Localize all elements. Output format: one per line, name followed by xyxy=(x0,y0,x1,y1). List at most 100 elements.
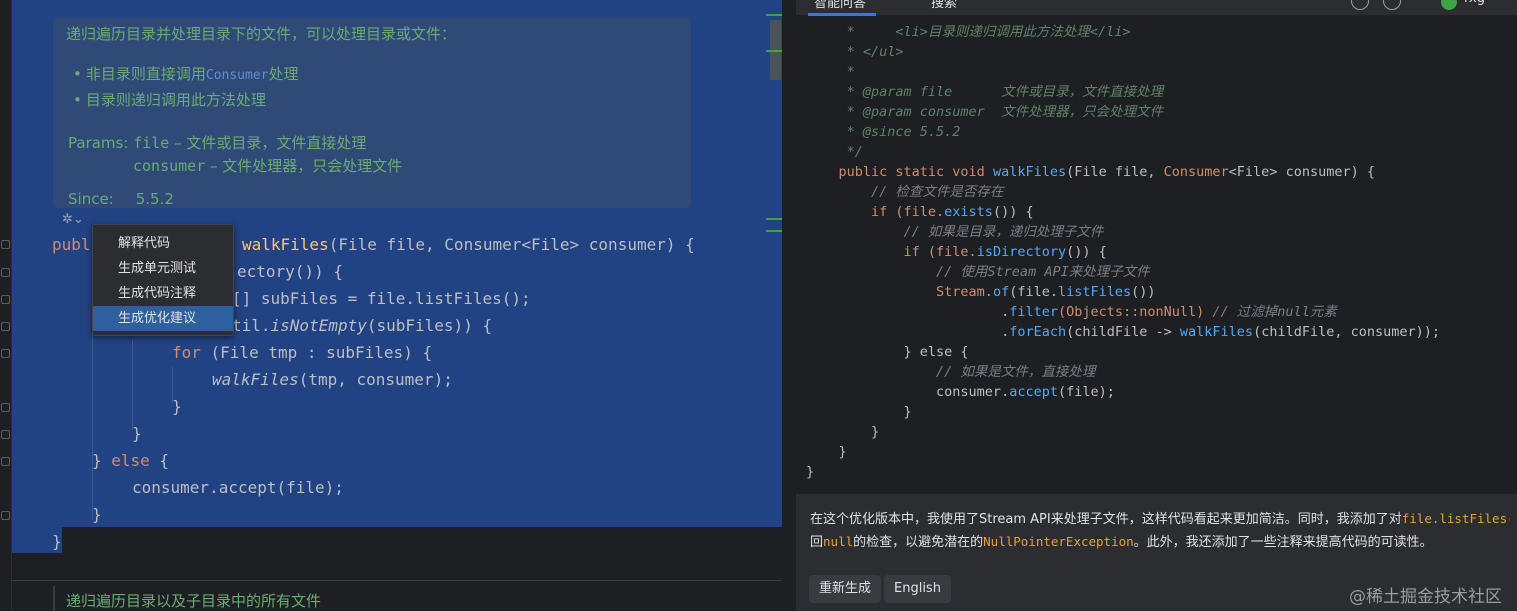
regenerate-button[interactable]: 重新生成 xyxy=(809,575,882,603)
explanation-text: 回 xyxy=(810,535,824,550)
menu-item-generate-comments[interactable]: 生成代码注释 xyxy=(93,281,233,306)
keyword: public static void xyxy=(806,164,993,180)
fold-marker[interactable] xyxy=(1,240,10,249)
method-name: accept xyxy=(1009,384,1058,400)
code-line: } else { xyxy=(92,451,170,470)
method-name: filter xyxy=(1009,304,1058,320)
ai-context-menu: 解释代码 生成单元测试 生成代码注释 生成优化建议 xyxy=(92,224,234,336)
doc-list-item: 非目录则直接调用Consumer处理 xyxy=(73,62,299,88)
code-text: (file. xyxy=(1009,284,1058,300)
code-line: * @param consumer 文件处理器，只会处理文件 xyxy=(806,104,1164,120)
code-line: } else { xyxy=(806,344,969,360)
menu-item-optimization-suggestions[interactable]: 生成优化建议 xyxy=(93,306,233,331)
editor-gutter xyxy=(0,0,12,611)
code-line: } xyxy=(52,532,62,551)
inline-code: file.listFiles() xyxy=(1401,511,1510,526)
explanation-line: 在这个优化版本中，我使用了Stream API来处理子文件，这样代码看起来更加简… xyxy=(810,508,1510,531)
param-desc: – 文件处理器，只会处理文件 xyxy=(205,157,403,175)
code-line: // 检查文件是否存在 xyxy=(806,184,1004,200)
change-marker xyxy=(766,14,782,16)
code-editor[interactable]: 递归遍历目录并处理目录下的文件，可以处理目录或文件： 非目录则直接调用Consu… xyxy=(0,0,795,611)
code-line: * xyxy=(806,64,855,80)
code-line: * <li>目录则递归调用此方法处理</li> xyxy=(806,24,1131,40)
method-name: walkFiles xyxy=(242,235,329,254)
divider xyxy=(12,580,782,581)
param-name: file xyxy=(133,134,170,152)
code-text: Stream. xyxy=(806,284,993,300)
method-name: listFiles xyxy=(1057,284,1132,300)
code-text: (Objects::nonNull) xyxy=(1057,304,1213,320)
code-line: consumer.accept(file); xyxy=(132,478,344,497)
method-name: exists xyxy=(944,204,993,220)
english-button[interactable]: English xyxy=(884,575,951,603)
code-text: (childFile -> xyxy=(1066,324,1180,340)
code-text: (file); xyxy=(1057,384,1115,400)
code-line: if (file.isDirectory()) { xyxy=(806,242,1107,262)
code-text: consumer. xyxy=(806,384,1010,400)
ai-explanation: 在这个优化版本中，我使用了Stream API来处理子文件，这样代码看起来更加简… xyxy=(810,508,1510,554)
code-line: */ xyxy=(806,144,863,160)
method-name: forEach xyxy=(1009,324,1067,340)
menu-item-generate-unit-test[interactable]: 生成单元测试 xyxy=(93,256,233,281)
code-line: til.isNotEmpty(subFiles)) { xyxy=(232,316,493,335)
explanation-line: 回null的检查，以避免潜在的NullPointerException。此外，我… xyxy=(810,531,1510,554)
fold-marker[interactable] xyxy=(1,511,10,520)
indent-guide xyxy=(132,340,133,430)
history-icon[interactable] xyxy=(1351,0,1369,10)
fold-marker[interactable] xyxy=(1,295,10,304)
doc-since: Since: 5.5.2 xyxy=(68,190,174,208)
refresh-icon[interactable] xyxy=(1383,0,1401,10)
menu-item-explain-code[interactable]: 解释代码 xyxy=(93,231,233,256)
doc-list: 非目录则直接调用Consumer处理 目录则递归调用此方法处理 xyxy=(73,62,299,113)
code-text: ()) { xyxy=(1066,244,1107,260)
method-name: isDirectory xyxy=(976,244,1067,260)
code-line: } xyxy=(172,397,182,416)
code-line: // 使用Stream API来处理子文件 xyxy=(806,264,1150,280)
avatar[interactable] xyxy=(1441,0,1457,10)
since-value: 5.5.2 xyxy=(135,190,174,208)
code-line: .filter(Objects::nonNull) // 过滤掉null元素 xyxy=(806,302,1337,322)
fold-marker[interactable] xyxy=(1,403,10,412)
method-name: walkFiles xyxy=(1179,324,1254,340)
code-text: . xyxy=(806,324,1010,340)
code-text: ()) { xyxy=(992,204,1034,220)
code-line: publ xyxy=(52,235,91,254)
code-line: * </ul> xyxy=(806,44,904,60)
code-line: } xyxy=(806,444,847,460)
code-line: [] subFiles = file.listFiles(); xyxy=(232,289,531,308)
fold-marker[interactable] xyxy=(1,430,10,439)
fold-marker[interactable] xyxy=(1,322,10,331)
fold-marker[interactable] xyxy=(1,349,10,358)
fold-marker[interactable] xyxy=(1,268,10,277)
user-name: rxg xyxy=(1464,0,1485,6)
code-line: * @param file 文件或目录，文件直接处理 xyxy=(806,84,1164,100)
code-line: consumer.accept(file); xyxy=(806,382,1115,402)
tab-smart-qa[interactable]: 智能问答 xyxy=(814,0,866,11)
documentation-popup: 递归遍历目录并处理目录下的文件，可以处理目录或文件： 非目录则直接调用Consu… xyxy=(53,18,691,208)
code-line: for (File tmp : subFiles) { xyxy=(172,343,433,362)
code-text: <File> consumer) { xyxy=(1228,164,1375,180)
code-line: Stream.of(file.listFiles()) xyxy=(806,282,1156,302)
change-marker xyxy=(766,230,782,232)
ai-assistant-icon[interactable]: ✲⌄ xyxy=(62,212,92,228)
code-text: if (file. xyxy=(806,204,945,220)
fold-marker[interactable] xyxy=(1,457,10,466)
explanation-text: 的检查，以避免潜在的 xyxy=(853,535,984,550)
code-line: ectory()) { xyxy=(237,262,343,281)
method-name: walkFiles xyxy=(992,164,1067,180)
code-line: // 如果是目录，递归处理子文件 xyxy=(806,224,1104,240)
code-text: (File file, xyxy=(1066,164,1164,180)
panel-header: 智能问答 搜索 rxg xyxy=(796,0,1517,16)
code-text: (File file, Consumer<File> consumer) { xyxy=(328,235,695,254)
code-comment: // 过滤掉null元素 xyxy=(1212,304,1337,320)
code-line: public static void walkFiles(File file, … xyxy=(806,162,1375,182)
code-line: } xyxy=(132,424,142,443)
doc-code: Consumer xyxy=(205,68,269,83)
code-line: walkFiles(tmp, consumer); xyxy=(212,370,453,389)
params-label: Params: xyxy=(68,134,129,152)
generated-code-block[interactable]: * <li>目录则递归调用此方法处理</li> * </ul> * * @par… xyxy=(796,16,1517,494)
watermark: @稀土掘金技术社区 xyxy=(1349,587,1502,607)
doc-comment-bar xyxy=(53,586,55,611)
doc-text: 非目录则直接调用 xyxy=(85,65,206,83)
tab-search[interactable]: 搜索 xyxy=(931,0,957,11)
